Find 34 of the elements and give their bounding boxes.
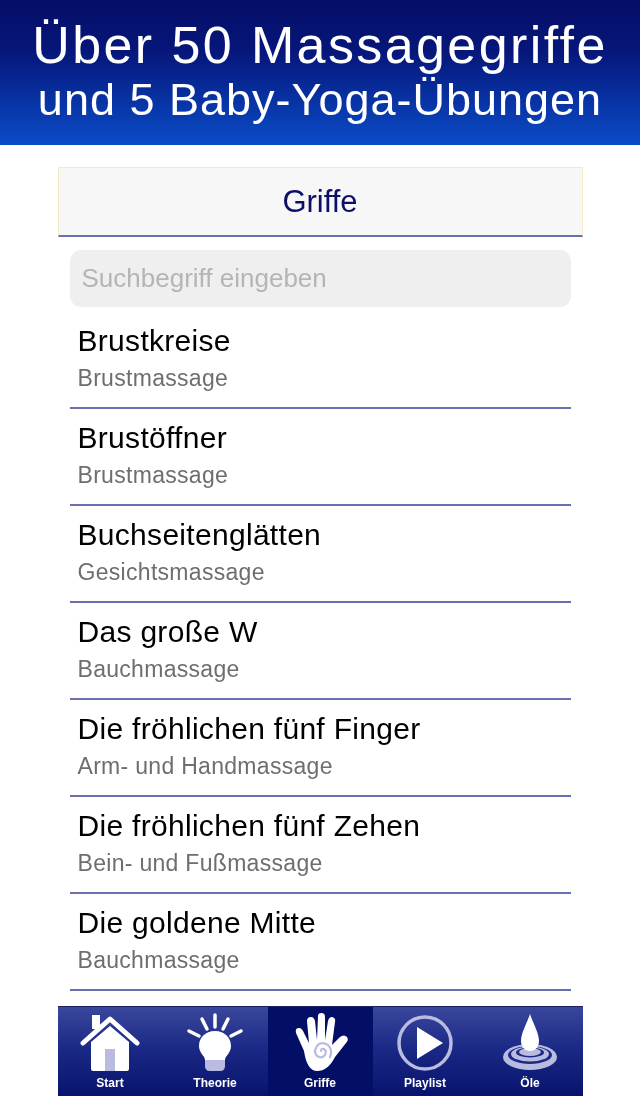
list-item[interactable]: Buchseitenglätten Gesichtsmassage xyxy=(69,506,571,603)
nav-title: Griffe xyxy=(282,183,358,220)
search-field[interactable]: Suchbegriff eingeben xyxy=(69,250,571,307)
tab-button[interactable]: Playlist xyxy=(372,1007,478,1096)
tab-button[interactable]: Griffe xyxy=(267,1007,373,1096)
play-icon xyxy=(395,1013,455,1073)
item-title: Das große W xyxy=(77,615,258,649)
banner-title: und 5 Baby-Yoga-Übungen xyxy=(37,73,603,126)
item-subtitle: Bauchmassage xyxy=(77,656,240,682)
item-subtitle: Brustmassage xyxy=(77,365,229,391)
item-subtitle: Bauchmassage xyxy=(77,947,240,973)
lightbulb-icon xyxy=(185,1013,245,1073)
tab-button[interactable]: Theorie xyxy=(162,1007,268,1096)
list-item[interactable]: Das große W Bauchmassage xyxy=(69,603,571,700)
list-item[interactable]: Die goldene Mitte Bauchmassage xyxy=(69,894,571,991)
list-item[interactable]: Brustöffner Brustmassage xyxy=(69,409,571,506)
item-title: Brustöffner xyxy=(77,421,227,455)
banner-title: Über 50 Massagegriffe xyxy=(32,15,608,74)
house-icon xyxy=(80,1013,140,1073)
item-title: Die fröhlichen fünf Zehen xyxy=(77,809,421,843)
item-title: Brustkreise xyxy=(77,324,231,358)
item-title: Buchseitenglätten xyxy=(77,518,322,552)
item-subtitle: Brustmassage xyxy=(77,462,229,488)
list-item[interactable]: Brustkreise Brustmassage xyxy=(69,312,571,409)
list-item[interactable]: Die fröhlichen fünf Zehen Bein- und Fußmassage xyxy=(69,797,571,894)
tab-button[interactable]: Öle xyxy=(477,1007,583,1096)
item-subtitle: Arm- und Handmassage xyxy=(77,753,333,779)
item-title: Die fröhlichen fünf Finger xyxy=(77,712,421,746)
drop-icon xyxy=(500,1013,560,1073)
item-title: Die goldene Mitte xyxy=(77,906,317,940)
item-subtitle: Bein- und Fußmassage xyxy=(77,850,323,876)
tab-button[interactable]: Start xyxy=(57,1007,163,1096)
item-subtitle: Gesichtsmassage xyxy=(77,559,265,585)
list-item[interactable]: Die fröhlichen fünf Finger Arm- und Handmassage xyxy=(69,700,571,797)
